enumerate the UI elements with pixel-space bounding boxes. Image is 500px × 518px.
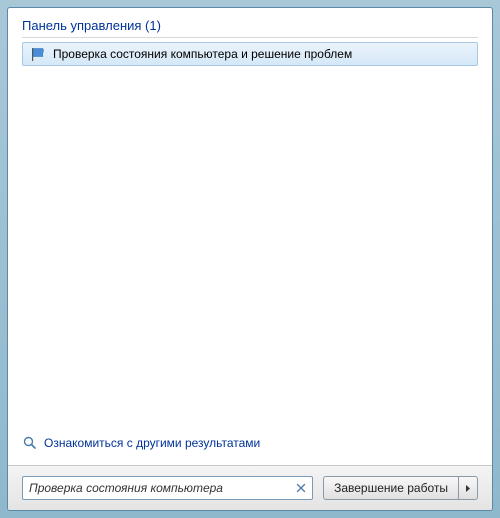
magnifier-icon xyxy=(22,435,38,451)
search-result-item[interactable]: Проверка состояния компьютера и решение … xyxy=(22,42,478,66)
shutdown-options-arrow[interactable] xyxy=(458,476,478,500)
search-box xyxy=(22,476,313,500)
start-menu-search-panel: Панель управления (1) Проверка состояния… xyxy=(7,7,493,511)
shutdown-button[interactable]: Завершение работы xyxy=(323,476,458,500)
shutdown-button-group: Завершение работы xyxy=(323,476,478,500)
more-results-link[interactable]: Ознакомиться с другими результатами xyxy=(22,429,478,459)
search-input[interactable] xyxy=(22,476,313,500)
clear-icon[interactable] xyxy=(294,481,308,495)
more-results-label: Ознакомиться с другими результатами xyxy=(44,436,260,450)
spacer xyxy=(22,66,478,429)
section-header-control-panel: Панель управления (1) xyxy=(22,18,478,38)
content-area: Панель управления (1) Проверка состояния… xyxy=(8,8,492,465)
result-label: Проверка состояния компьютера и решение … xyxy=(53,47,352,61)
bottom-bar: Завершение работы xyxy=(8,465,492,510)
flag-icon xyxy=(29,46,47,62)
arrow-right-icon xyxy=(464,484,472,493)
